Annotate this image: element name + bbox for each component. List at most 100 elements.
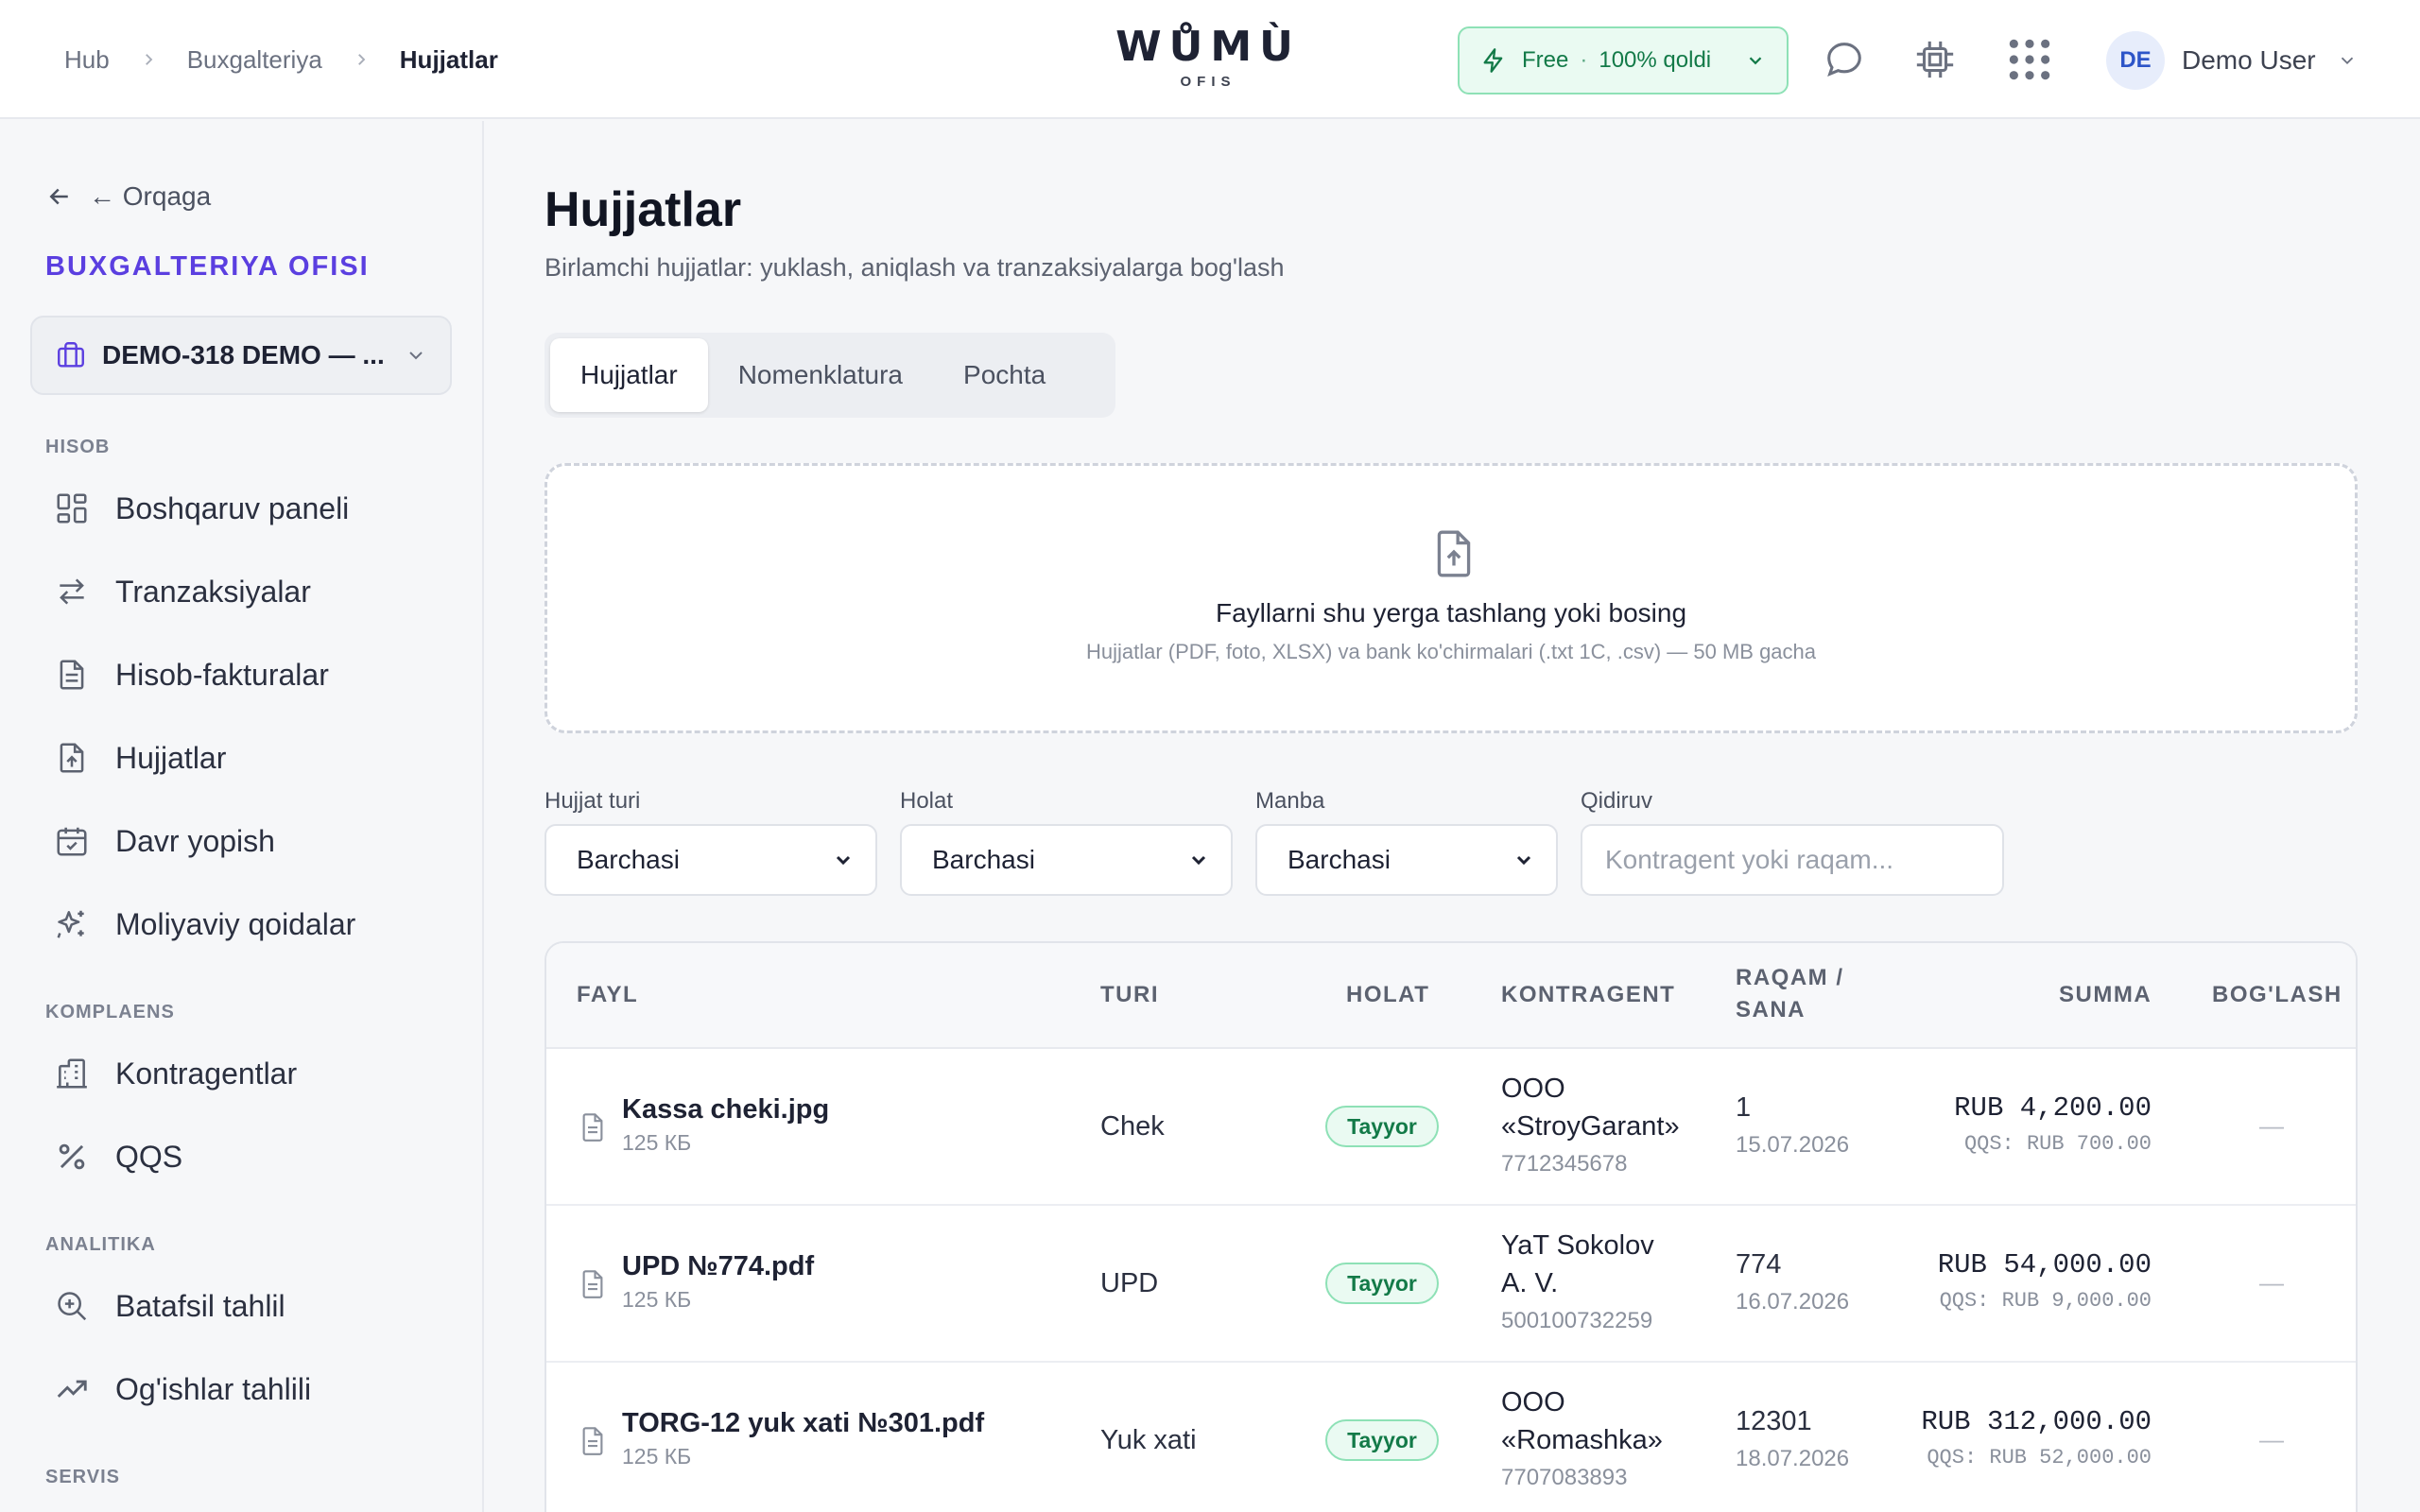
file-size: 125 КБ: [622, 1130, 692, 1155]
sidebar-item-vat[interactable]: QQS: [45, 1126, 461, 1187]
documents-table: FAYL TURI HOLAT KONTRAGENT RAQAM / SANA …: [544, 941, 2358, 1512]
tab-bar: Hujjatlar Nomenklatura Pochta: [544, 333, 1115, 418]
doc-vat: QQS: RUB 700.00: [1963, 1132, 2152, 1156]
zoom-in-icon: [45, 1280, 98, 1332]
document-icon: [582, 1270, 603, 1298]
doc-number: 774: [1736, 1249, 1782, 1280]
search-input[interactable]: [1581, 824, 2004, 896]
sidebar-item-transactions[interactable]: Tranzaksiyalar: [45, 561, 461, 622]
document-icon: [582, 1427, 603, 1455]
doc-date: 15.07.2026: [1736, 1132, 1850, 1158]
filter-type-label: Hujjat turi: [544, 788, 641, 814]
sidebar-item-deviations[interactable]: Og'ishlar tahlili: [45, 1359, 461, 1419]
column-header-counterparty[interactable]: KONTRAGENT: [1501, 979, 1675, 1011]
building-icon: [45, 1047, 98, 1100]
counterparty-inn: 500100732259: [1501, 1308, 1653, 1333]
sidebar-item-documents[interactable]: Hujjatlar: [45, 728, 461, 788]
table-row[interactable]: UPD №774.pdf 125 КБ UPD Tayyor YaT Sokol…: [546, 1206, 2356, 1363]
organization-select[interactable]: DEMO-318 DEMO — ...: [30, 316, 452, 395]
sidebar-item-rules[interactable]: Moliyaviy qoidalar: [45, 894, 461, 954]
chevron-down-icon: [1749, 57, 1762, 65]
link-status: —: [2259, 1425, 2284, 1453]
counterparty-name-line1: OOO: [1501, 1387, 1565, 1418]
sidebar-item-label: Moliyaviy qoidalar: [115, 906, 356, 941]
app-logo[interactable]: WŮMÙ OFIS: [1114, 21, 1303, 90]
file-name[interactable]: TORG-12 yuk xati №301.pdf: [622, 1408, 984, 1439]
file-name[interactable]: UPD №774.pdf: [622, 1251, 814, 1282]
status-badge: Tayyor: [1325, 1263, 1439, 1304]
column-header-type[interactable]: TURI: [1100, 979, 1159, 1011]
chat-icon[interactable]: [1823, 38, 1866, 81]
main-content: Hujjatlar Birlamchi hujjatlar: yuklash, …: [486, 121, 2420, 1512]
sidebar-item-detailed-analysis[interactable]: Batafsil tahlil: [45, 1276, 461, 1336]
chevron-down-icon: [1191, 855, 1206, 866]
filter-status-label: Holat: [900, 788, 954, 814]
breadcrumb-hub[interactable]: Hub: [64, 45, 110, 75]
chevron-down-icon: [1516, 855, 1531, 866]
back-label: ← Orqaga: [89, 181, 212, 211]
column-header-number[interactable]: RAQAM /: [1736, 962, 1844, 994]
sidebar-item-dashboard[interactable]: Boshqaruv paneli: [45, 478, 461, 539]
filter-source-value: Barchasi: [1288, 845, 1391, 874]
doc-vat: QQS: RUB 52,000.00: [1927, 1446, 2152, 1469]
document-icon: [582, 1113, 603, 1142]
calendar-check-icon: [45, 815, 98, 868]
chevron-right-icon: [357, 54, 366, 65]
sidebar-item-label: Kontragentlar: [115, 1056, 298, 1091]
filter-source-label: Manba: [1255, 788, 1325, 814]
dashboard-icon: [45, 482, 98, 535]
file-upload-icon: [1437, 530, 1471, 577]
doc-sum: RUB 312,000.00: [1921, 1406, 2152, 1437]
doc-date: 18.07.2026: [1736, 1446, 1850, 1471]
tab-mail[interactable]: Pochta: [933, 338, 1076, 412]
dropzone-hint: Hujjatlar (PDF, foto, XLSX) va bank ko'c…: [1085, 640, 1817, 663]
chevron-down-icon: [836, 855, 851, 866]
filter-type-value: Barchasi: [577, 845, 680, 874]
counterparty-inn: 7707083893: [1501, 1465, 1628, 1490]
logo-sub: OFIS: [1180, 74, 1236, 90]
doc-type: Chek: [1100, 1111, 1165, 1142]
filter-source-select[interactable]: Barchasi: [1255, 824, 1558, 896]
filter-search-label: Qidiruv: [1581, 788, 1653, 814]
sidebar-item-label: Davr yopish: [115, 823, 275, 858]
column-header-status[interactable]: HOLAT: [1346, 979, 1429, 1011]
cpu-icon[interactable]: [1913, 38, 1957, 81]
plan-button[interactable]: Free · 100% qoldi: [1458, 26, 1789, 94]
column-header-file[interactable]: FAYL: [577, 979, 638, 1011]
sidebar-item-counterparties[interactable]: Kontragentlar: [45, 1043, 461, 1104]
doc-date: 16.07.2026: [1736, 1289, 1850, 1314]
sparkles-icon: [45, 898, 98, 951]
user-name: Demo User: [2182, 45, 2316, 75]
filter-type-select[interactable]: Barchasi: [544, 824, 877, 896]
back-button[interactable]: ← Orqaga: [45, 181, 211, 212]
office-title: BUXGALTERIYA OFISI: [45, 251, 370, 282]
link-status: —: [2259, 1268, 2284, 1297]
tab-documents[interactable]: Hujjatlar: [550, 338, 708, 412]
status-badge: Tayyor: [1325, 1106, 1439, 1147]
apps-grid-icon[interactable]: [2006, 36, 2053, 83]
file-dropzone[interactable]: Fayllarni shu yerga tashlang yoki bosing…: [544, 463, 2358, 733]
sidebar-item-label: QQS: [115, 1139, 183, 1174]
column-header-sum[interactable]: SUMMA: [2059, 979, 2151, 1011]
counterparty-name-line2: A. V.: [1501, 1268, 1559, 1298]
breadcrumb-buxgalteriya[interactable]: Buxgalteriya: [187, 45, 322, 75]
percent-icon: [45, 1130, 98, 1183]
sidebar-item-invoices[interactable]: Hisob-fakturalar: [45, 644, 461, 705]
user-menu[interactable]: DE Demo User: [2106, 30, 2358, 91]
section-hisob: HISOB: [45, 437, 111, 457]
sidebar-item-label: Hujjatlar: [115, 740, 227, 775]
doc-vat: QQS: RUB 9,000.00: [1939, 1289, 2152, 1313]
table-header: FAYL TURI HOLAT KONTRAGENT RAQAM / SANA …: [546, 943, 2356, 1049]
table-row[interactable]: TORG-12 yuk xati №301.pdf 125 КБ Yuk xat…: [546, 1363, 2356, 1512]
organization-name: DEMO-318 DEMO — ...: [102, 340, 385, 369]
counterparty-inn: 7712345678: [1501, 1151, 1628, 1177]
table-row[interactable]: Kassa cheki.jpg 125 КБ Chek Tayyor OOO «…: [546, 1049, 2356, 1206]
page-subtitle: Birlamchi hujjatlar: yuklash, aniqlash v…: [544, 253, 1285, 282]
filter-status-select[interactable]: Barchasi: [900, 824, 1233, 896]
file-size: 125 КБ: [622, 1287, 692, 1312]
logo-name: WŮMÙ: [1115, 23, 1301, 71]
tab-nomenclature[interactable]: Nomenklatura: [708, 338, 933, 412]
sidebar-item-period-close[interactable]: Davr yopish: [45, 811, 461, 871]
file-upload-icon: [45, 731, 98, 784]
file-name[interactable]: Kassa cheki.jpg: [622, 1094, 829, 1125]
